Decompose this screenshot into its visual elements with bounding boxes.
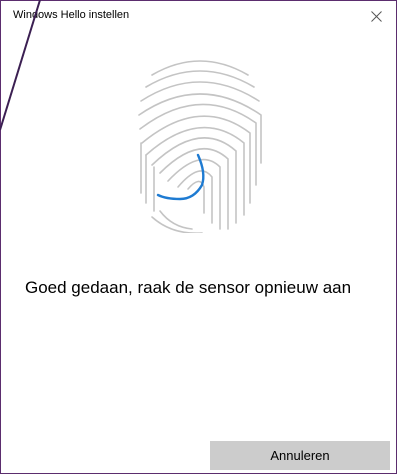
title-bar: Windows Hello instellen <box>1 1 396 31</box>
window-title: Windows Hello instellen <box>13 9 130 21</box>
status-message: Goed gedaan, raak de sensor opnieuw aan <box>25 278 352 297</box>
close-button[interactable] <box>356 1 396 31</box>
close-icon <box>370 10 382 22</box>
cancel-button[interactable]: Annuleren <box>210 441 390 470</box>
dialog-window: Windows Hello instellen Goed gedaan, raa… <box>0 0 397 474</box>
fingerprint-icon <box>138 60 262 233</box>
progress-arc <box>156 153 205 201</box>
